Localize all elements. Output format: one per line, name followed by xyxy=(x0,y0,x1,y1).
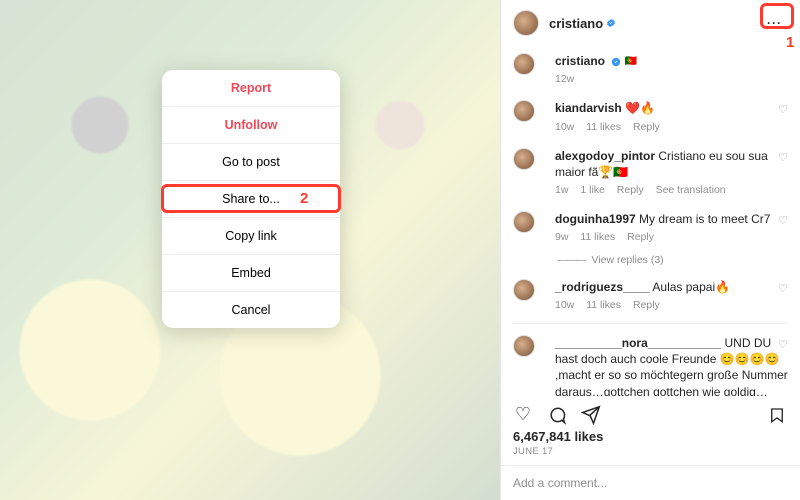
verified-icon xyxy=(611,57,621,67)
comment-time: 1w xyxy=(555,184,568,196)
comment-time: 10w xyxy=(555,121,574,133)
comment-likes[interactable]: 11 likes xyxy=(580,231,615,243)
comments-list: cristiano 🇵🇹 12w kiandarvish ❤️🔥 10w 11 … xyxy=(501,46,800,396)
comment-translate[interactable]: See translation xyxy=(656,184,726,196)
avatar[interactable] xyxy=(513,53,535,75)
author-username[interactable]: cristiano xyxy=(549,16,603,31)
avatar[interactable] xyxy=(513,148,535,170)
avatar[interactable] xyxy=(513,335,535,357)
flag-icon: 🇵🇹 xyxy=(625,56,637,67)
modal-cancel[interactable]: Cancel xyxy=(162,292,340,328)
caption-time: 12w xyxy=(555,73,574,85)
view-replies[interactable]: ———View replies (3) xyxy=(557,254,788,266)
comment-item: __________nora___________ UND DU hast do… xyxy=(513,328,788,396)
modal-copy-link[interactable]: Copy link xyxy=(162,218,340,255)
comment-reply[interactable]: Reply xyxy=(617,184,644,196)
divider xyxy=(513,323,788,324)
comment-likes[interactable]: 11 likes xyxy=(586,299,621,311)
comment-likes[interactable]: 1 like xyxy=(580,184,605,196)
modal-go-to-post[interactable]: Go to post xyxy=(162,144,340,181)
comment-likes[interactable]: 11 likes xyxy=(586,121,621,133)
comment-text: My dream is to meet Cr7 xyxy=(639,212,770,226)
like-icon[interactable]: ♡ xyxy=(778,103,788,116)
avatar[interactable] xyxy=(513,100,535,122)
add-comment-input[interactable]: Add a comment... xyxy=(501,465,800,500)
comment-reply[interactable]: Reply xyxy=(633,121,660,133)
comment-time: 10w xyxy=(555,299,574,311)
comment-username[interactable]: alexgodoy_pintor xyxy=(555,149,655,163)
modal-embed[interactable]: Embed xyxy=(162,255,340,292)
modal-report[interactable]: Report xyxy=(162,70,340,107)
modal-share-to[interactable]: Share to... xyxy=(162,181,340,218)
likes-count[interactable]: 6,467,841 likes xyxy=(501,429,800,444)
like-button[interactable]: ♡ xyxy=(513,404,533,425)
annotation-label-2: 2 xyxy=(300,190,308,207)
comment-username[interactable]: __________nora___________ xyxy=(555,336,721,350)
avatar[interactable] xyxy=(513,279,535,301)
comment-reply[interactable]: Reply xyxy=(633,299,660,311)
post-sidebar: cristiano ··· cristiano 🇵🇹 12w kiandarvi xyxy=(500,0,800,500)
avatar[interactable] xyxy=(513,10,539,36)
comment-text: ❤️🔥 xyxy=(625,101,655,115)
modal-unfollow[interactable]: Unfollow xyxy=(162,107,340,144)
comment-username[interactable]: doguinha1997 xyxy=(555,212,636,226)
post-options-button[interactable]: ··· xyxy=(761,12,788,34)
comment-item: kiandarvish ❤️🔥 10w 11 likes Reply ♡ xyxy=(513,93,788,140)
annotation-label-1: 1 xyxy=(786,34,794,51)
comment-item: _rodriguezs____ Aulas papai🔥 10w 11 like… xyxy=(513,272,788,319)
like-icon[interactable]: ♡ xyxy=(778,214,788,227)
verified-icon xyxy=(606,18,616,28)
post-actions: ♡ xyxy=(501,396,800,429)
like-icon[interactable]: ♡ xyxy=(778,151,788,164)
comment-username[interactable]: kiandarvish xyxy=(555,101,622,115)
post-header: cristiano ··· xyxy=(501,0,800,46)
like-icon[interactable]: ♡ xyxy=(778,338,788,351)
like-icon[interactable]: ♡ xyxy=(778,282,788,295)
save-button[interactable] xyxy=(768,405,788,425)
options-modal: Report Unfollow Go to post Share to... C… xyxy=(162,70,340,328)
comment-reply[interactable]: Reply xyxy=(627,231,654,243)
post-date: June 17 xyxy=(501,444,800,465)
comment-item: doguinha1997 My dream is to meet Cr7 9w … xyxy=(513,204,788,251)
comment-text: Aulas papai🔥 xyxy=(652,280,730,294)
caption-username[interactable]: cristiano xyxy=(555,54,605,68)
comment-time: 9w xyxy=(555,231,568,243)
comment-username[interactable]: _rodriguezs____ xyxy=(555,280,650,294)
comment-button[interactable] xyxy=(547,405,567,425)
comment-item: alexgodoy_pintor Cristiano eu sou sua ma… xyxy=(513,141,788,205)
post-caption: cristiano 🇵🇹 12w xyxy=(513,46,788,93)
avatar[interactable] xyxy=(513,211,535,233)
share-button[interactable] xyxy=(581,405,601,425)
